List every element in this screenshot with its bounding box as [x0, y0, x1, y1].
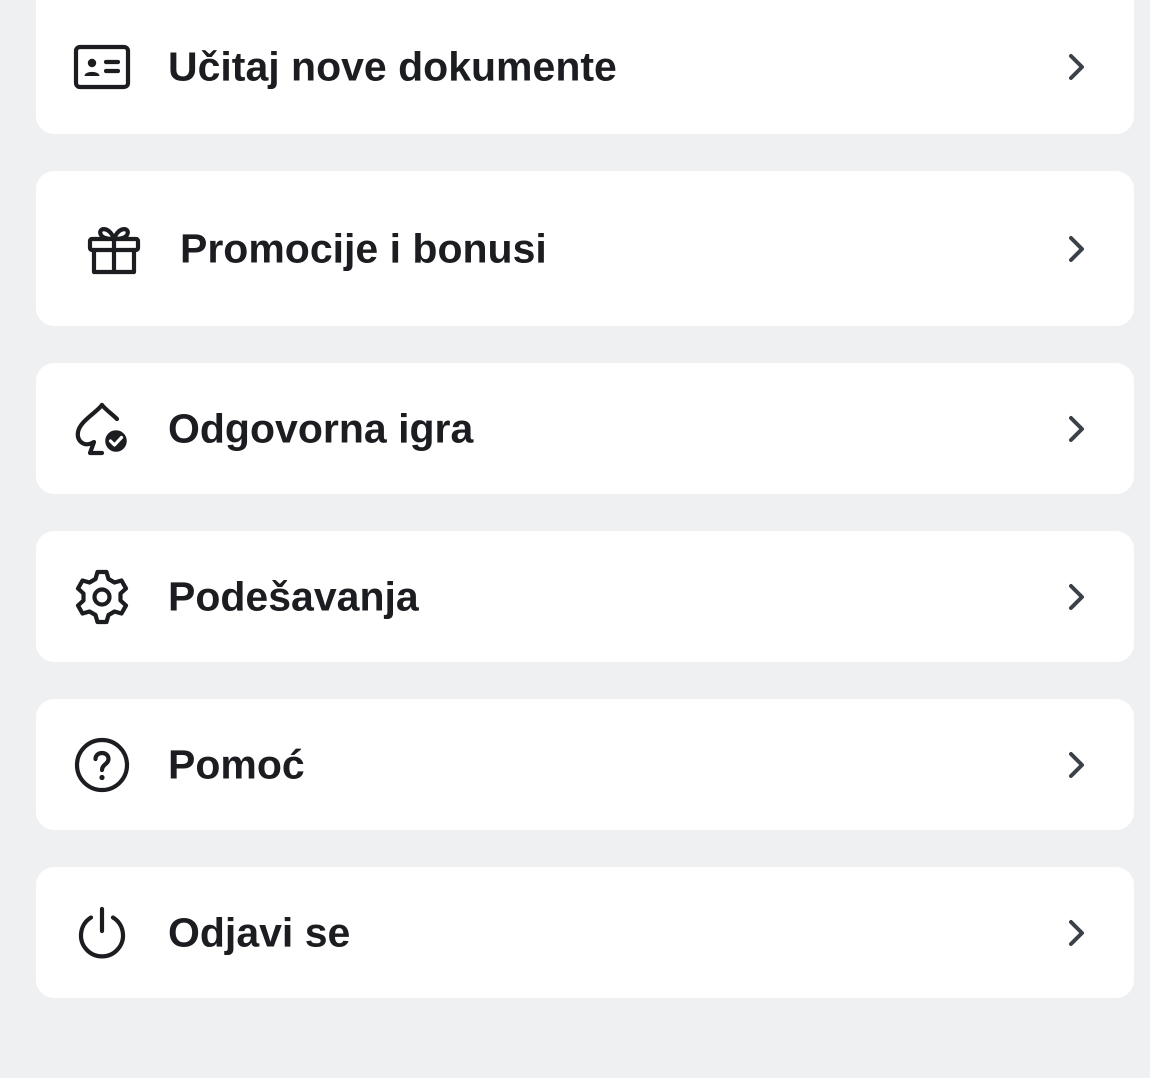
chevron-right-icon — [1058, 411, 1094, 447]
chevron-right-icon — [1058, 747, 1094, 783]
menu-item-responsible-gaming[interactable]: Odgovorna igra — [36, 363, 1134, 494]
id-card-icon — [72, 37, 132, 97]
menu-item-help[interactable]: Pomoć — [36, 699, 1134, 830]
menu-item-promotions[interactable]: Promocije i bonusi — [36, 171, 1134, 326]
chevron-right-icon — [1058, 49, 1094, 85]
menu-item-settings[interactable]: Podešavanja — [36, 531, 1134, 662]
chevron-right-icon — [1058, 579, 1094, 615]
menu-item-label: Odgovorna igra — [168, 405, 474, 451]
menu-item-logout[interactable]: Odjavi se — [36, 867, 1134, 998]
menu-item-label: Učitaj nove dokumente — [168, 43, 617, 90]
menu-item-label: Pomoć — [168, 741, 305, 787]
chevron-right-icon — [1058, 915, 1094, 951]
menu-item-upload-documents[interactable]: Učitaj nove dokumente — [36, 0, 1134, 134]
gift-icon — [84, 219, 144, 279]
responsible-gaming-icon — [72, 399, 132, 459]
menu-item-label: Podešavanja — [168, 573, 419, 619]
help-icon — [72, 735, 132, 795]
power-icon — [72, 903, 132, 963]
menu-item-label: Odjavi se — [168, 909, 351, 955]
chevron-right-icon — [1058, 231, 1094, 267]
gear-icon — [72, 567, 132, 627]
menu-item-label: Promocije i bonusi — [180, 225, 547, 271]
